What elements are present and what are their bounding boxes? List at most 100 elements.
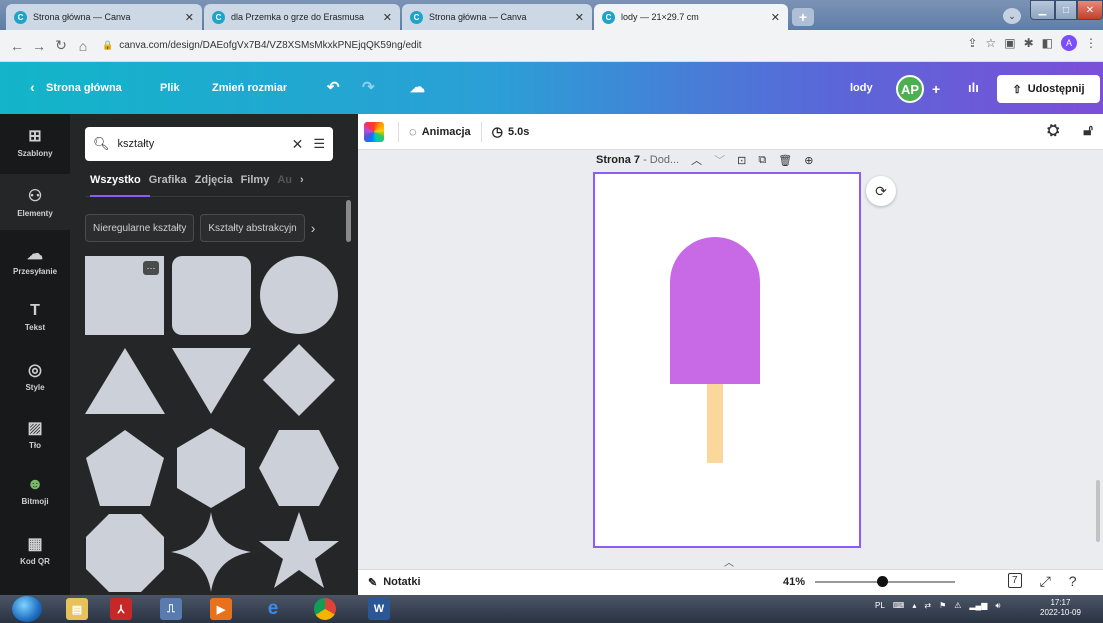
delete-page-icon[interactable]: 🗑︎ xyxy=(778,154,792,167)
shape-hexagon[interactable] xyxy=(177,428,245,508)
browser-tab-1[interactable]: C Strona główna — Canva ✕ xyxy=(6,4,202,30)
lock-position-icon[interactable]: 🔓︎ xyxy=(1083,122,1093,139)
help-icon[interactable]: ? xyxy=(1069,573,1077,590)
minimize-window-button[interactable]: ▁ xyxy=(1030,0,1055,20)
resize-menu[interactable]: Zmień rozmiar xyxy=(212,82,287,94)
panel-scrollbar[interactable] xyxy=(346,200,351,242)
shape-diamond[interactable] xyxy=(263,344,335,416)
popsicle-body[interactable] xyxy=(670,237,760,384)
lock-page-icon[interactable]: ⊡ xyxy=(737,154,746,167)
page-subtitle[interactable]: - Dod... xyxy=(643,154,679,166)
puzzle-extensions-icon[interactable]: ✱ xyxy=(1024,36,1034,50)
taskbar-clock[interactable]: 17:17 2022-10-09 xyxy=(1040,598,1081,618)
internet-explorer-icon[interactable]: e xyxy=(262,598,284,620)
close-tab-icon[interactable]: ✕ xyxy=(383,11,392,24)
tab-audio[interactable]: Au xyxy=(277,174,292,186)
zoom-level[interactable]: 41% xyxy=(783,576,805,588)
close-tab-icon[interactable]: ✕ xyxy=(185,11,194,24)
more-options-button[interactable]: ··· xyxy=(143,261,159,275)
sidebar-panel-icon[interactable]: ◧ xyxy=(1042,36,1053,50)
rail-item-qr-code[interactable]: ▦ Kod QR xyxy=(0,534,70,578)
shape-four-point-star[interactable] xyxy=(171,512,251,592)
page-count-button[interactable]: 7 xyxy=(1008,573,1022,588)
volume-icon[interactable]: 🔊︎ xyxy=(995,601,1000,611)
bookmark-star-icon[interactable]: ☆ xyxy=(985,36,996,50)
search-input[interactable]: 🔍︎ kształty ✕ ☰ xyxy=(85,127,333,161)
design-title[interactable]: lody xyxy=(850,82,873,94)
chip-irregular-shapes[interactable]: Nieregularne kształty xyxy=(85,214,195,242)
tab-videos[interactable]: Filmy xyxy=(241,174,270,186)
shape-triangle[interactable] xyxy=(85,348,165,414)
share-page-icon[interactable]: ⇪ xyxy=(967,36,977,50)
rail-item-templates[interactable]: ⊞ Szablony xyxy=(0,126,70,170)
tab-search-chevron-icon[interactable]: ⌄ xyxy=(1003,8,1021,24)
cloud-saved-icon[interactable]: ☁ xyxy=(410,78,425,96)
close-tab-icon[interactable]: ✕ xyxy=(771,11,780,24)
profile-avatar[interactable]: A xyxy=(1061,35,1077,51)
invite-plus-icon[interactable]: + xyxy=(932,81,940,97)
new-tab-button[interactable]: + xyxy=(792,8,814,26)
tab-graphics[interactable]: Grafika xyxy=(149,174,187,186)
color-picker-button[interactable] xyxy=(364,121,384,142)
security-icon[interactable]: ⚠ xyxy=(954,601,961,611)
shape-pentagon[interactable] xyxy=(86,430,164,506)
paint-roller-icon[interactable]: ⛭ xyxy=(1047,122,1059,139)
forward-arrow-icon[interactable]: → xyxy=(28,35,50,57)
back-arrow-icon[interactable]: ← xyxy=(6,35,28,57)
file-menu[interactable]: Plik xyxy=(160,82,180,94)
shape-hexagon-flat[interactable] xyxy=(259,430,339,506)
move-page-down-icon[interactable]: ﹀ xyxy=(714,152,725,168)
browser-tab-4[interactable]: C lody — 21×29.7 cm ✕ xyxy=(594,4,788,30)
word-icon[interactable]: W xyxy=(368,598,390,620)
rail-item-text[interactable]: T Tekst xyxy=(0,302,70,346)
rail-item-styles[interactable]: ◎ Style xyxy=(0,360,70,404)
language-indicator[interactable]: PL xyxy=(875,601,885,611)
shape-inverted-triangle[interactable] xyxy=(172,348,251,414)
chrome-icon[interactable] xyxy=(314,598,336,620)
shape-rounded-square[interactable] xyxy=(172,256,251,335)
refresh-design-icon[interactable]: ⟳ xyxy=(866,176,896,206)
chip-abstract-shapes[interactable]: Kształty abstrakcyjn xyxy=(200,214,305,242)
network-app-icon[interactable]: ⎍ xyxy=(160,598,182,620)
chips-next-chevron-icon[interactable]: › xyxy=(311,214,316,242)
tab-all[interactable]: Wszystko xyxy=(90,174,141,186)
filter-sliders-icon[interactable]: ☰ xyxy=(313,136,325,152)
tab-photos[interactable]: Zdjęcia xyxy=(195,174,233,186)
network-tray-icon[interactable]: ⇄ xyxy=(924,601,931,611)
undo-icon[interactable]: ↶ xyxy=(327,78,340,96)
flag-icon[interactable]: ⚑ xyxy=(939,601,946,611)
duplicate-page-icon[interactable]: ⧉ xyxy=(758,154,766,167)
shape-five-point-star[interactable] xyxy=(259,512,339,588)
rail-item-bitmoji[interactable]: ☻ Bitmoji xyxy=(0,476,70,520)
extension-icon[interactable]: ▣ xyxy=(1004,36,1015,50)
tray-expand-icon[interactable]: ▴ xyxy=(912,601,916,611)
insights-chart-icon[interactable]: ılı xyxy=(968,80,979,95)
rail-item-uploads[interactable]: ☁ Przesyłanie xyxy=(0,244,70,288)
acrobat-reader-icon[interactable]: ⅄ xyxy=(110,598,132,620)
back-chevron-icon[interactable]: ‹ xyxy=(30,79,35,95)
show-pages-caret-icon[interactable]: ︿ xyxy=(724,554,734,569)
user-avatar[interactable]: AP xyxy=(896,75,924,103)
popsicle-stick[interactable] xyxy=(707,384,723,463)
close-tab-icon[interactable]: ✕ xyxy=(575,11,584,24)
signal-icon[interactable]: ▂▄▆ xyxy=(969,601,987,611)
file-explorer-icon[interactable]: ▤ xyxy=(66,598,88,620)
redo-icon[interactable]: ↷ xyxy=(362,78,375,96)
add-page-icon[interactable]: ⊕ xyxy=(804,154,813,167)
home-icon[interactable]: ⌂ xyxy=(72,35,94,57)
home-link[interactable]: Strona główna xyxy=(46,82,122,94)
shape-circle[interactable] xyxy=(260,256,338,334)
canvas-vertical-scrollbar[interactable] xyxy=(1096,480,1100,542)
browser-menu-icon[interactable]: ⋮ xyxy=(1085,36,1097,50)
media-player-icon[interactable]: ▶ xyxy=(210,598,232,620)
url-field[interactable]: 🔒 canva.com/design/DAEofgVx7B4/VZ8XSMsMk… xyxy=(102,40,422,51)
maximize-window-button[interactable]: □ xyxy=(1055,0,1077,20)
close-window-button[interactable]: ✕ xyxy=(1077,0,1103,20)
windows-start-button[interactable] xyxy=(12,596,42,622)
tabs-next-chevron-icon[interactable]: › xyxy=(300,174,304,186)
share-button[interactable]: ⇧ Udostępnij xyxy=(997,75,1100,103)
browser-tab-2[interactable]: C dla Przemka o grze do Erasmusa ✕ xyxy=(204,4,400,30)
shape-octagon[interactable] xyxy=(86,514,164,592)
move-page-up-icon[interactable]: ︿ xyxy=(691,152,702,168)
rail-item-elements[interactable]: ⚇ Elementy xyxy=(0,174,70,230)
